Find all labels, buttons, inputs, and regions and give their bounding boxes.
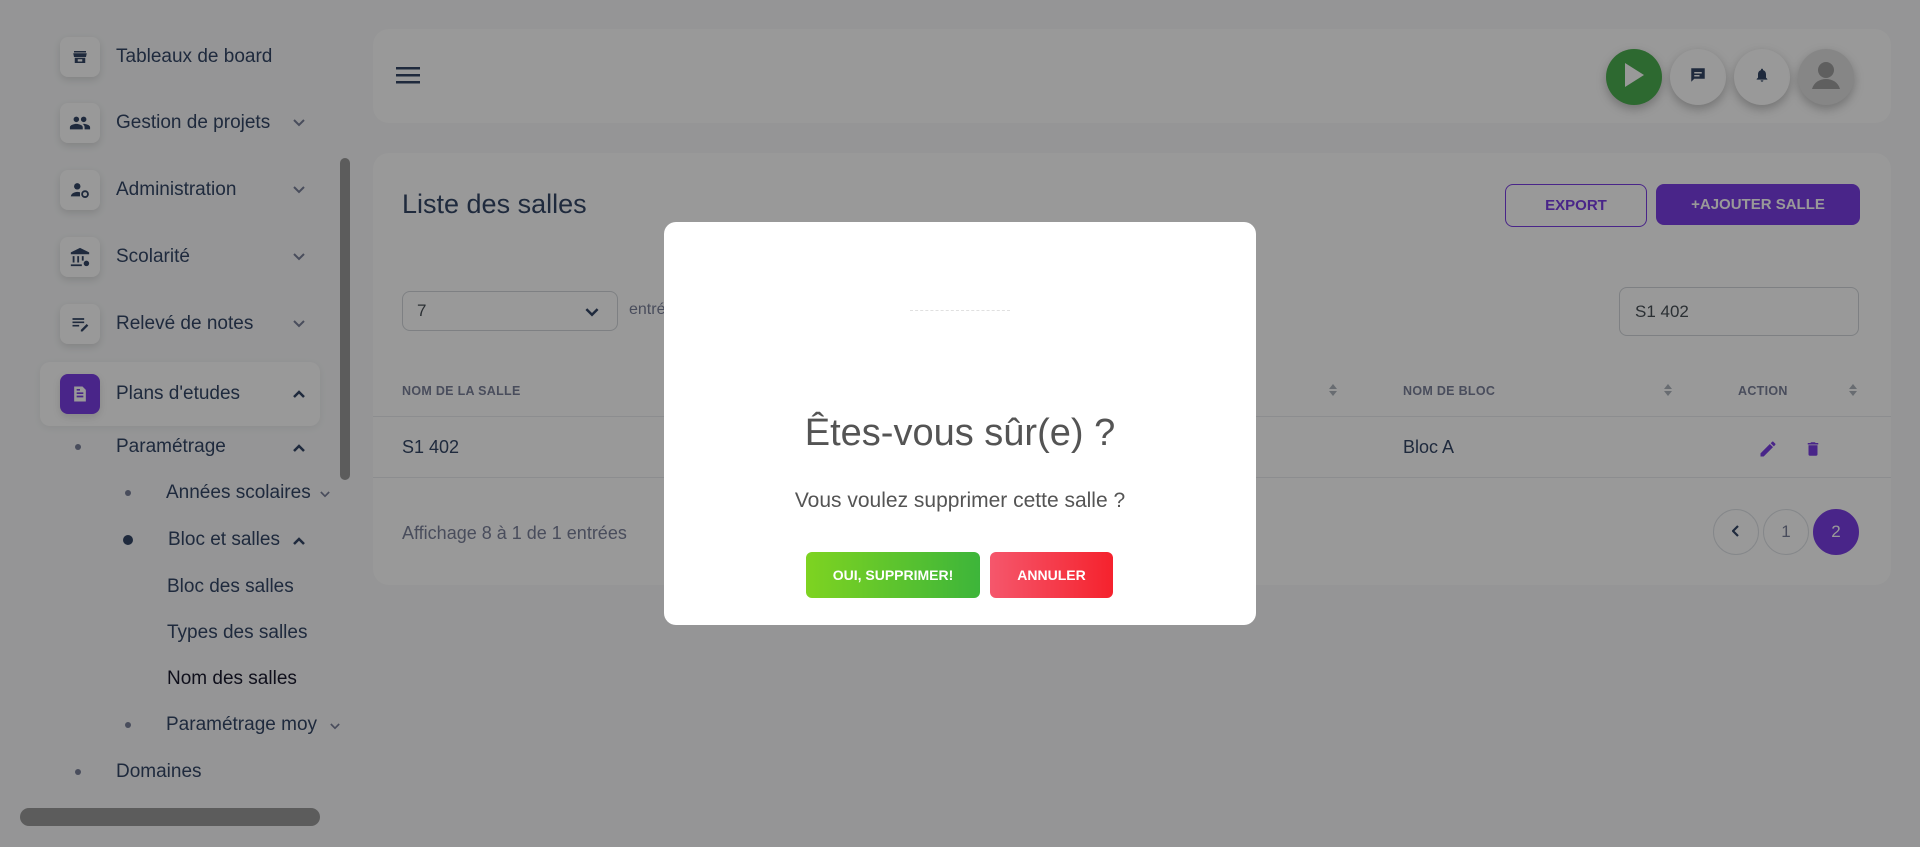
confirm-delete-button[interactable]: OUI, SUPPRIMER! (806, 552, 980, 598)
modal-icon-placeholder (910, 310, 1010, 314)
modal-text: Vous voulez supprimer cette salle ? (794, 489, 1126, 512)
cancel-button[interactable]: ANNULER (990, 552, 1113, 598)
modal-title: Êtes-vous sûr(e) ? (804, 412, 1116, 454)
delete-confirmation-modal: Êtes-vous sûr(e) ? Vous voulez supprimer… (664, 222, 1256, 625)
